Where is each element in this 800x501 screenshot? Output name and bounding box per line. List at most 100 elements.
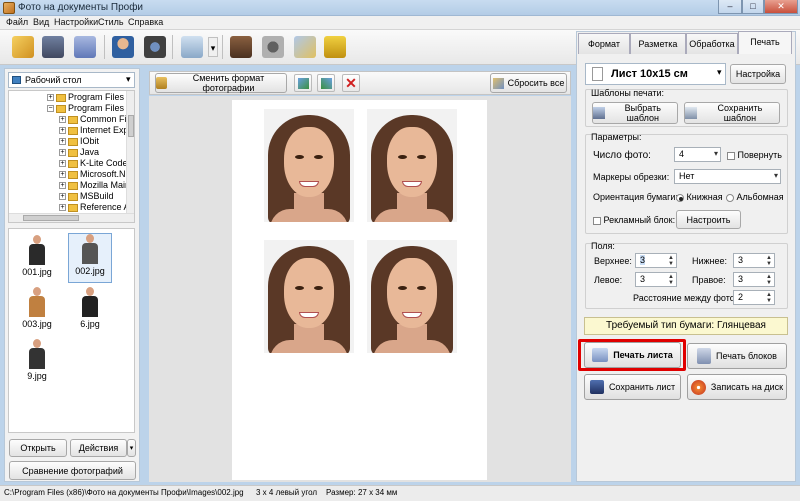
ad-setup-button[interactable]: Настроить — [676, 210, 741, 229]
rotate-option[interactable]: Повернуть — [727, 150, 782, 160]
thumbnail-item[interactable]: 003.jpg — [15, 287, 59, 335]
thumbnail-item[interactable]: 001.jpg — [15, 235, 59, 283]
location-combo[interactable]: Рабочий стол ▾ — [8, 72, 135, 88]
crop-marks-select[interactable]: Нет ▾ — [674, 169, 781, 184]
open-file-button[interactable]: Открыть — [9, 439, 67, 457]
portrait-radio[interactable] — [676, 193, 684, 202]
folder-icon — [68, 159, 78, 168]
actions-button[interactable]: Действия — [70, 439, 127, 457]
portrait-option[interactable]: Книжная — [676, 192, 723, 202]
film-icon — [262, 36, 284, 58]
photo-tile — [264, 240, 354, 353]
rotate-right-button[interactable] — [317, 74, 335, 92]
save-sheet-button[interactable]: Сохранить лист — [584, 374, 681, 400]
chevron-down-icon[interactable]: ▾ — [127, 439, 136, 457]
minimize-button[interactable]: – — [718, 0, 742, 14]
person-thumbnail — [80, 287, 100, 317]
tree-hscrollbar[interactable] — [9, 213, 134, 222]
person-thumbnail — [27, 287, 47, 317]
open-button[interactable] — [8, 33, 38, 61]
bottom-margin-input[interactable]: 3 ▲ ▼ — [733, 253, 775, 268]
tree-item[interactable]: + IObit — [59, 136, 99, 147]
folder-icon — [68, 137, 78, 146]
app-icon — [3, 2, 15, 14]
wand-icon — [294, 36, 316, 58]
rotate-checkbox[interactable] — [727, 151, 735, 160]
compare-photos-button[interactable]: Сравнение фотографий — [9, 461, 136, 480]
top-margin-input[interactable]: 3 ▲ ▼ — [635, 253, 677, 268]
tab-processing[interactable]: Обработка — [686, 33, 738, 54]
folder-tree[interactable]: + Program Files − Program Files ( + Common … — [8, 90, 135, 223]
delete-button[interactable]: ✕ — [342, 74, 360, 92]
print-blocks-button[interactable]: Печать блоков — [687, 343, 787, 369]
wand-button[interactable] — [290, 33, 320, 61]
rotate-left-button[interactable] — [294, 74, 312, 92]
burn-disk-button[interactable]: Записать на диск — [687, 374, 787, 400]
ad-block-checkbox[interactable] — [593, 216, 601, 225]
folder-icon — [68, 181, 78, 190]
camera-button[interactable] — [140, 33, 170, 61]
folder-icon — [56, 93, 66, 102]
sheet-format-value: Лист 10x15 см — [611, 68, 688, 80]
tab-format[interactable]: Формат — [578, 33, 630, 54]
image-edit-button[interactable] — [175, 33, 209, 61]
tree-item[interactable]: + MSBuild — [59, 191, 114, 202]
chevron-down-icon: ▾ — [126, 74, 131, 84]
book-button[interactable] — [226, 33, 256, 61]
right-margin-input[interactable]: 3 ▲ ▼ — [733, 272, 775, 287]
menu-file[interactable]: Файл — [6, 17, 28, 27]
thumbnail-item[interactable]: 6.jpg — [68, 287, 112, 335]
choose-template-button[interactable]: Выбрать шаблон — [592, 102, 678, 124]
spinner-icon[interactable]: ▲ ▼ — [766, 292, 772, 304]
tree-item[interactable]: + Internet Exp — [59, 125, 129, 136]
spacing-input[interactable]: 2 ▲ ▼ — [733, 290, 775, 305]
tree-item[interactable]: + Microsoft.NE — [59, 169, 132, 180]
chevron-down-icon[interactable]: ▾ — [208, 37, 218, 57]
paper-type-note: Требуемый тип бумаги: Глянцевая — [584, 317, 788, 335]
ad-block-option[interactable]: Рекламный блок: — [593, 215, 675, 225]
sheet-setup-button[interactable]: Настройка — [730, 64, 786, 84]
tree-item[interactable]: + Reference A — [59, 202, 130, 213]
tree-item[interactable]: + K-Lite Codec — [59, 158, 132, 169]
tree-item[interactable]: + Program Files — [47, 92, 124, 103]
photo-count-select[interactable]: 4 ▾ — [674, 147, 721, 162]
tree-item[interactable]: + Java — [59, 147, 99, 158]
tree-item[interactable]: − Program Files ( — [47, 103, 130, 114]
print-button[interactable] — [70, 33, 100, 61]
left-margin-input[interactable]: 3 ▲ ▼ — [635, 272, 677, 287]
person-icon — [112, 36, 134, 58]
save-icon — [685, 107, 697, 119]
tree-item[interactable]: + Common File — [59, 114, 134, 125]
menu-settings[interactable]: Настройки — [54, 17, 98, 27]
tab-layout[interactable]: Разметка — [630, 33, 686, 54]
thumbnail-item-selected[interactable]: 002.jpg — [68, 233, 112, 283]
tab-print[interactable]: Печать — [738, 31, 792, 54]
landscape-option[interactable]: Альбомная — [726, 192, 784, 202]
spinner-icon[interactable]: ▲ ▼ — [766, 255, 772, 267]
toolbar-separator — [222, 35, 223, 59]
change-format-button[interactable]: Сменить формат фотографии — [155, 73, 287, 93]
landscape-radio[interactable] — [726, 193, 734, 202]
maximize-button[interactable]: □ — [742, 0, 764, 14]
save-template-button[interactable]: Сохранить шаблон — [684, 102, 780, 124]
reset-all-button[interactable]: Сбросить все — [490, 73, 567, 93]
menu-help[interactable]: Справка — [128, 17, 163, 27]
spinner-icon[interactable]: ▲ ▼ — [766, 274, 772, 286]
save-button[interactable] — [38, 33, 68, 61]
thumbnail-item[interactable]: 9.jpg — [15, 339, 59, 387]
disc-icon — [690, 379, 706, 395]
film-button[interactable] — [258, 33, 288, 61]
chevron-down-icon: ▾ — [713, 149, 718, 158]
folder-icon — [68, 126, 78, 135]
spinner-icon[interactable]: ▲ ▼ — [668, 255, 674, 267]
sheet-format-select[interactable]: Лист 10x15 см ▾ — [585, 63, 726, 85]
menu-style[interactable]: Стиль — [98, 17, 124, 27]
person-button[interactable] — [108, 33, 138, 61]
tree-item[interactable]: + Mozilla Main — [59, 180, 130, 191]
spinner-icon[interactable]: ▲ ▼ — [668, 274, 674, 286]
close-button[interactable]: ✕ — [764, 0, 798, 14]
tree-vscrollbar[interactable] — [126, 91, 134, 213]
menu-view[interactable]: Вид — [33, 17, 49, 27]
left-margin-label: Левое: — [594, 275, 623, 285]
cart-button[interactable] — [320, 33, 350, 61]
